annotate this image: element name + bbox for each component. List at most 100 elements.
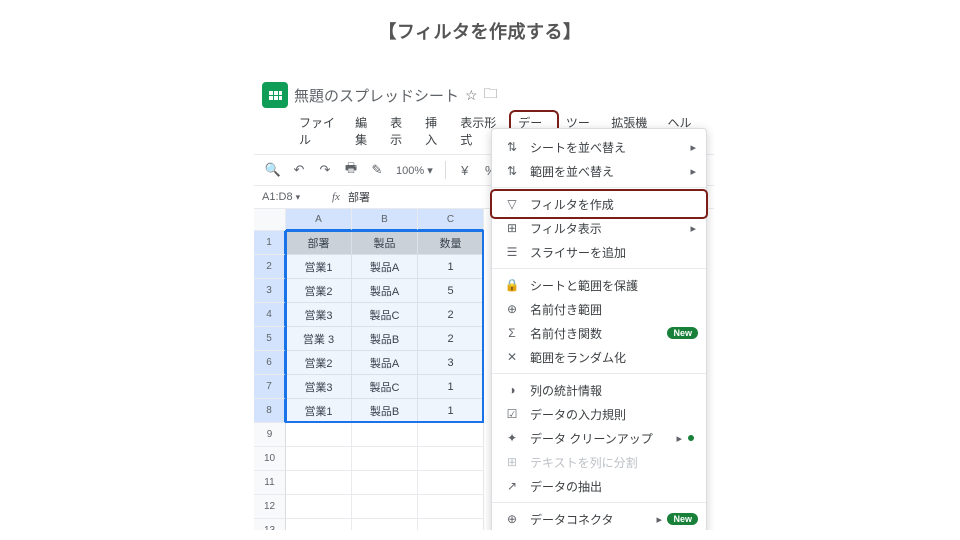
menu-item-5[interactable]: ☰スライサーを追加 <box>492 240 706 264</box>
row-header-7[interactable]: 7 <box>254 375 286 399</box>
empty-cell[interactable] <box>286 447 352 471</box>
col-header-C[interactable]: C <box>418 209 484 231</box>
empty-cell[interactable] <box>418 495 484 519</box>
menu-item-14[interactable]: ✦データ クリーンアップ▸ <box>492 426 706 450</box>
menu-item-label: スライサーを追加 <box>530 244 626 261</box>
menu-item-icon: ↗ <box>504 479 520 493</box>
empty-cell[interactable] <box>418 471 484 495</box>
empty-cell[interactable] <box>286 495 352 519</box>
menu-item-1[interactable]: ⇅範囲を並べ替え▸ <box>492 159 706 183</box>
row-header-3[interactable]: 3 <box>254 279 286 303</box>
search-icon[interactable]: 🔍 <box>262 159 284 181</box>
table-cell[interactable]: 1 <box>418 255 484 279</box>
menu-item-15: ⊞ テキストを列に分割 <box>492 450 706 474</box>
new-badge: New <box>667 513 698 525</box>
currency-button[interactable]: ¥ <box>454 159 476 181</box>
empty-cell[interactable] <box>352 423 418 447</box>
row-header-6[interactable]: 6 <box>254 351 286 375</box>
menu-separator <box>492 502 706 503</box>
menu-item-4[interactable]: ⊞フィルタ表示▸ <box>492 216 706 240</box>
row-header-4[interactable]: 4 <box>254 303 286 327</box>
row-header-2[interactable]: 2 <box>254 255 286 279</box>
fx-icon: fx <box>332 191 340 203</box>
zoom-select[interactable]: 100% ▾ <box>392 164 437 177</box>
menu-ファイル[interactable]: ファイル <box>292 110 348 152</box>
table-cell[interactable]: 製品B <box>352 327 418 351</box>
menu-表示[interactable]: 表示 <box>383 110 418 152</box>
empty-cell[interactable] <box>418 519 484 530</box>
empty-cell[interactable] <box>286 471 352 495</box>
menu-item-label: データ クリーンアップ <box>530 430 653 447</box>
empty-cell[interactable] <box>352 495 418 519</box>
empty-cell[interactable] <box>352 447 418 471</box>
table-cell[interactable]: 営業3 <box>286 303 352 327</box>
select-all-corner[interactable] <box>254 209 286 231</box>
table-cell[interactable]: 製品C <box>352 375 418 399</box>
table-cell[interactable]: 2 <box>418 303 484 327</box>
name-box[interactable]: A1:D8 ▾ <box>262 191 324 203</box>
table-cell[interactable]: 営業1 <box>286 399 352 423</box>
table-header-cell[interactable]: 部署 <box>286 231 352 255</box>
table-cell[interactable]: 3 <box>418 351 484 375</box>
table-cell[interactable]: 営業3 <box>286 375 352 399</box>
col-header-A[interactable]: A <box>286 209 352 231</box>
menu-item-icon: ⊞ <box>504 455 520 469</box>
menu-item-label: データの入力規則 <box>530 406 626 423</box>
table-cell[interactable]: 1 <box>418 375 484 399</box>
document-title[interactable]: 無題のスプレッドシート <box>294 85 459 106</box>
menu-item-9[interactable]: Σ名前付き関数New <box>492 321 706 345</box>
redo-icon[interactable]: ↷ <box>314 159 336 181</box>
empty-cell[interactable] <box>352 519 418 530</box>
row-header-13[interactable]: 13 <box>254 519 286 530</box>
empty-cell[interactable] <box>352 471 418 495</box>
table-cell[interactable]: 営業 3 <box>286 327 352 351</box>
menu-item-18[interactable]: ⊕データコネクタNew▸ <box>492 507 706 530</box>
empty-cell[interactable] <box>286 423 352 447</box>
menu-item-12[interactable]: ◑列の統計情報 <box>492 378 706 402</box>
col-header-B[interactable]: B <box>352 209 418 231</box>
paint-format-icon[interactable]: ✎ <box>366 159 388 181</box>
new-badge: New <box>667 327 698 339</box>
row-header-9[interactable]: 9 <box>254 423 286 447</box>
row-header-1[interactable]: 1 <box>254 231 286 255</box>
menu-item-16[interactable]: ↗データの抽出 <box>492 474 706 498</box>
row-header-5[interactable]: 5 <box>254 327 286 351</box>
menu-item-3[interactable]: ▽フィルタを作成 <box>492 192 706 216</box>
empty-cell[interactable] <box>418 447 484 471</box>
formula-input[interactable]: 部署 <box>348 189 370 205</box>
menu-item-13[interactable]: ☑データの入力規則 <box>492 402 706 426</box>
table-cell[interactable]: 1 <box>418 399 484 423</box>
table-cell[interactable]: 製品A <box>352 351 418 375</box>
table-cell[interactable]: 2 <box>418 327 484 351</box>
menu-item-label: 範囲をランダム化 <box>530 349 626 366</box>
table-cell[interactable]: 製品C <box>352 303 418 327</box>
table-cell[interactable]: 5 <box>418 279 484 303</box>
table-cell[interactable]: 製品A <box>352 279 418 303</box>
row-header-11[interactable]: 11 <box>254 471 286 495</box>
move-folder-icon[interactable]: 🗀 <box>484 83 498 107</box>
row-header-10[interactable]: 10 <box>254 447 286 471</box>
menu-item-10[interactable]: ✕範囲をランダム化 <box>492 345 706 369</box>
table-cell[interactable]: 製品A <box>352 255 418 279</box>
menu-編集[interactable]: 編集 <box>348 110 383 152</box>
empty-cell[interactable] <box>418 423 484 447</box>
print-icon[interactable]: 🖶 <box>340 159 362 181</box>
menu-item-label: テキストを列に分割 <box>530 454 638 471</box>
star-icon[interactable]: ☆ <box>465 87 478 104</box>
table-cell[interactable]: 営業2 <box>286 351 352 375</box>
undo-icon[interactable]: ↶ <box>288 159 310 181</box>
menu-item-label: 名前付き関数 <box>530 325 602 342</box>
table-cell[interactable]: 営業1 <box>286 255 352 279</box>
empty-cell[interactable] <box>286 519 352 530</box>
table-header-cell[interactable]: 製品 <box>352 231 418 255</box>
menu-item-0[interactable]: ⇅シートを並べ替え▸ <box>492 135 706 159</box>
row-header-8[interactable]: 8 <box>254 399 286 423</box>
menu-item-label: 範囲を並べ替え <box>530 163 614 180</box>
menu-item-8[interactable]: ⊕名前付き範囲 <box>492 297 706 321</box>
table-header-cell[interactable]: 数量 <box>418 231 484 255</box>
row-header-12[interactable]: 12 <box>254 495 286 519</box>
menu-item-7[interactable]: 🔒シートと範囲を保護 <box>492 273 706 297</box>
table-cell[interactable]: 製品B <box>352 399 418 423</box>
table-cell[interactable]: 営業2 <box>286 279 352 303</box>
menu-挿入[interactable]: 挿入 <box>418 110 453 152</box>
